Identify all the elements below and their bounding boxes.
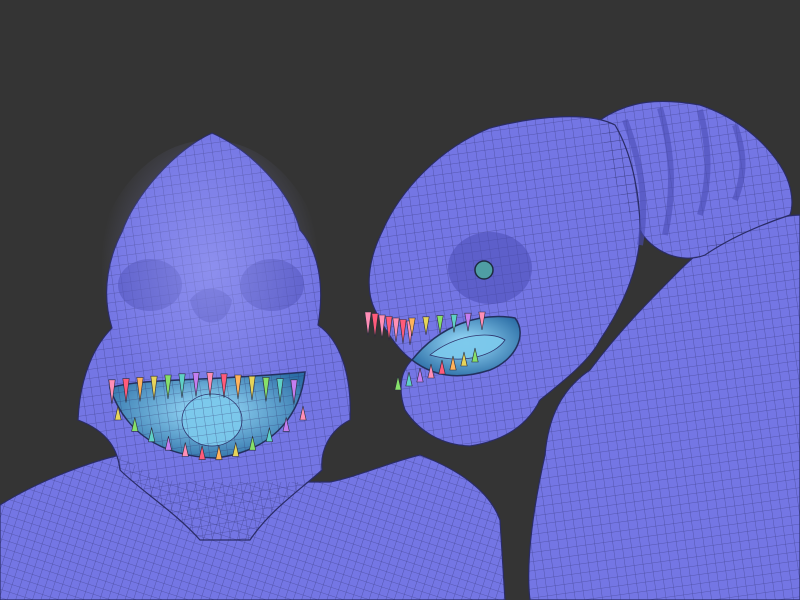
sculpt-render (0, 100, 800, 600)
tooth (371, 313, 379, 338)
side-eye (474, 260, 494, 280)
tooth (364, 311, 372, 337)
3d-viewport[interactable] (0, 0, 800, 600)
tooth (394, 375, 402, 391)
